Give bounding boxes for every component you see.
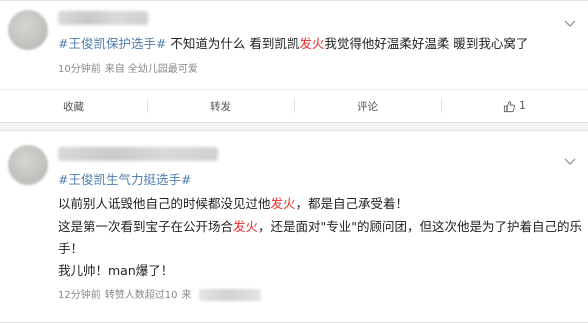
repost-button[interactable]: 转发 — [147, 91, 294, 121]
post-body: #王俊凯保护选手# 不知道为什么 看到凯凯发火我觉得他好温柔好温柔 暖到我心窝了 — [58, 33, 528, 55]
weibo-post-2: #王俊凯生气力挺选手# 以前别人诋毁他自己的时候都没见过他发火，都是自己承受着！… — [0, 130, 588, 323]
avatar[interactable] — [8, 145, 48, 185]
post-text: 不知道为什么 看到凯凯 — [166, 36, 300, 51]
favorite-button[interactable]: 收藏 — [0, 91, 147, 121]
post-line: 我儿帅！man爆了！ — [58, 260, 173, 282]
post-text: 这是第一次看到宝子在公开场合 — [58, 219, 234, 234]
action-bar: 收藏 转发 评论 1 — [0, 91, 588, 121]
thumbs-up-icon — [504, 100, 516, 112]
like-count: 1 — [519, 100, 526, 112]
chevron-down-icon[interactable] — [562, 153, 578, 169]
post-source: 来自 全幼儿园最可爱 — [104, 64, 198, 75]
post-text: 手！ — [58, 241, 84, 256]
highlight-text: 发火 — [299, 36, 325, 51]
comment-button[interactable]: 评论 — [294, 91, 441, 121]
post-text: 以前别人诋毁他自己的时候都没见过他 — [58, 196, 271, 211]
post-text: ，都是自己承受着！ — [295, 196, 409, 211]
hashtag-link[interactable]: #王俊凯保护选手# — [58, 36, 166, 51]
post-line: 以前别人诋毁他自己的时候都没见过他发火，都是自己承受着！ — [58, 193, 408, 215]
post-source-prefix: 来 — [181, 290, 192, 301]
hashtag-link[interactable]: #王俊凯生气力挺选手# — [58, 172, 191, 187]
post-line: 手！ — [58, 238, 83, 260]
repost-count-note: 转赞人数超过10 — [104, 290, 178, 301]
favorite-label: 收藏 — [63, 100, 84, 113]
post-line: 这是第一次看到宝子在公开场合发火，还是面对"专业"的顾问团，但这次他是为了护着自… — [58, 216, 582, 238]
hashtag-line: #王俊凯生气力挺选手# — [58, 169, 191, 191]
chevron-down-icon[interactable] — [562, 15, 578, 31]
weibo-post-1: #王俊凯保护选手# 不知道为什么 看到凯凯发火我觉得他好温柔好温柔 暖到我心窝了… — [0, 0, 588, 123]
post-time[interactable]: 10分钟前 — [58, 64, 101, 75]
avatar[interactable] — [8, 10, 48, 50]
post-text: 我觉得他好温柔好温柔 暖到我心窝了 — [324, 36, 529, 51]
highlight-text: 发火 — [270, 196, 296, 211]
post-time[interactable]: 12分钟前 — [58, 290, 101, 301]
post-text: ，还是面对"专业"的顾问团，但这次他是为了护着自己的乐 — [258, 219, 583, 234]
comment-label: 评论 — [357, 100, 378, 113]
highlight-text: 发火 — [233, 219, 259, 234]
post-meta: 12分钟前 转赞人数超过10 来 — [58, 286, 265, 301]
post-source-blurred — [199, 289, 262, 301]
like-button[interactable]: 1 — [441, 91, 588, 121]
post-meta: 10分钟前 来自 全幼儿园最可爱 — [58, 60, 202, 75]
post-text: 我儿帅！man爆了！ — [58, 263, 174, 278]
username-blurred[interactable] — [58, 11, 148, 25]
username-blurred[interactable] — [58, 147, 218, 161]
divider — [0, 89, 588, 90]
repost-label: 转发 — [210, 100, 231, 113]
